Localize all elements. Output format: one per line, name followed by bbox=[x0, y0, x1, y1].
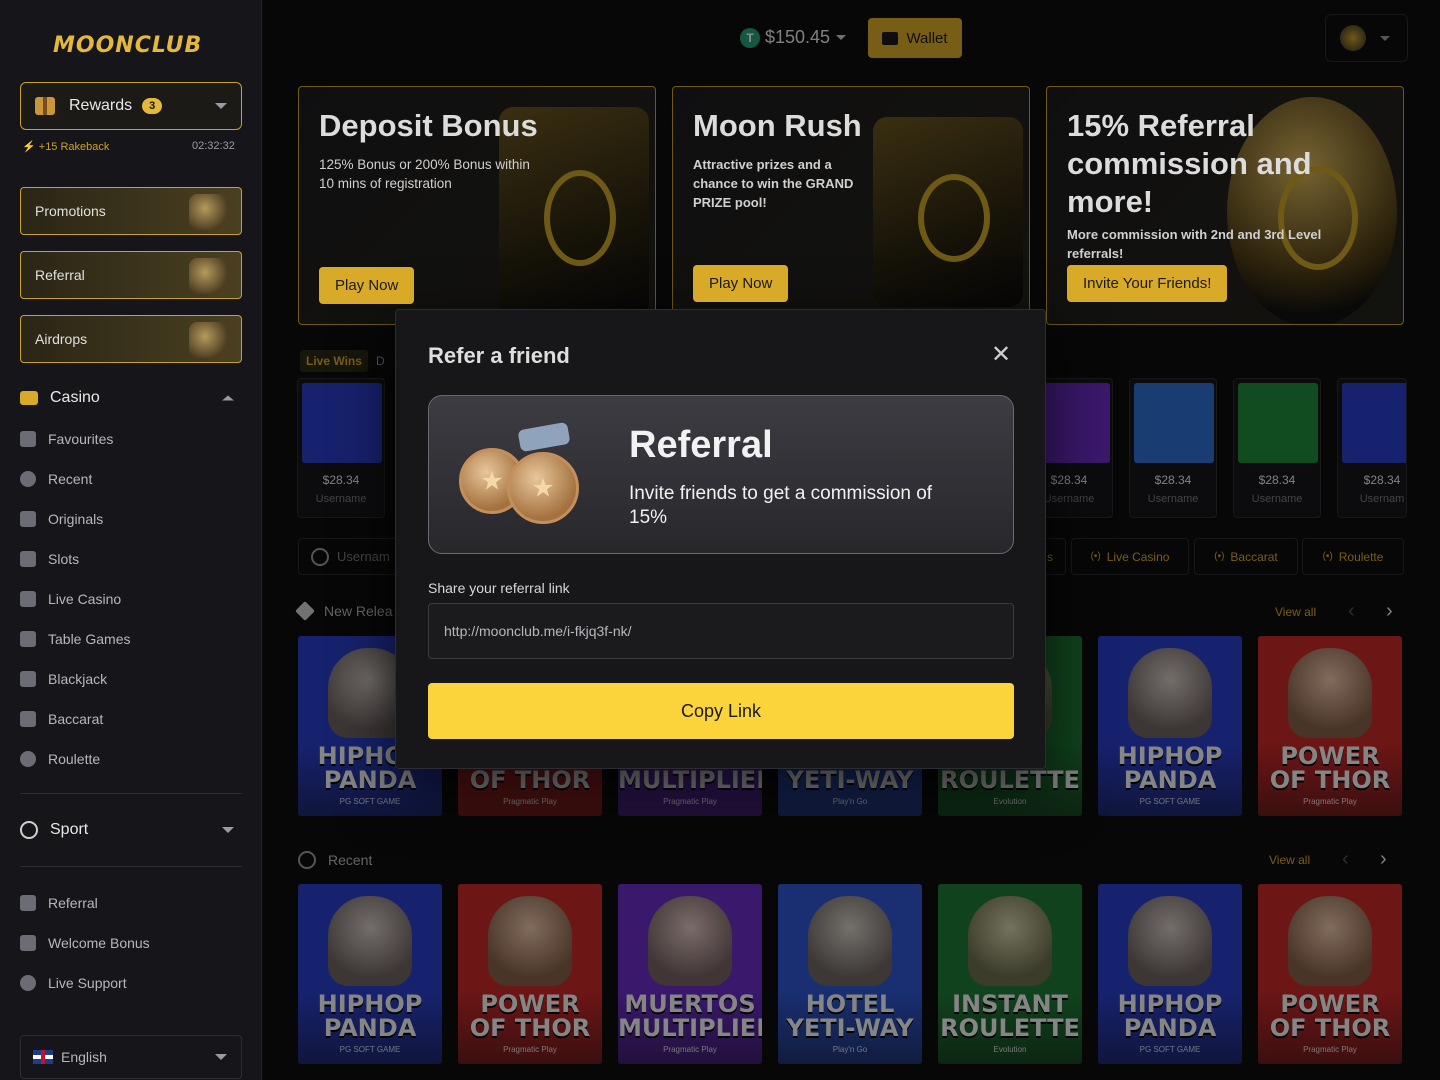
language-label: English bbox=[61, 1049, 107, 1065]
referral-description: Invite friends to get a commission of 15… bbox=[629, 483, 933, 528]
banner-title: 15% Referral commission and more! bbox=[1067, 108, 1312, 219]
share-link-label: Share your referral link bbox=[428, 580, 570, 596]
divider bbox=[20, 793, 242, 794]
sidebar-item-label: Roulette bbox=[48, 751, 101, 767]
referral-label: Referral bbox=[35, 267, 85, 283]
airdrops-label: Airdrops bbox=[35, 331, 88, 347]
heart-icon bbox=[20, 431, 36, 447]
sidebar-item-table-games[interactable]: Table Games bbox=[20, 629, 130, 649]
sidebar-item-blackjack[interactable]: Blackjack bbox=[20, 669, 107, 689]
invite-friends-button[interactable]: Invite Your Friends! bbox=[1067, 265, 1228, 302]
app: MOONCLUB Rewards 3 ⚡ +15 Rakeback 02:32:… bbox=[0, 0, 1440, 1080]
referral-info-card: ★ ★ Referral Invite friends to get a com… bbox=[428, 395, 1014, 554]
slots-icon bbox=[20, 551, 36, 567]
history-icon bbox=[20, 471, 36, 487]
sidebar-item-originals[interactable]: Originals bbox=[20, 509, 103, 529]
chevron-down-icon bbox=[215, 1054, 227, 1060]
refer-a-friend-modal: Refer a friend ✕ ★ ★ Referral Invite fri… bbox=[395, 309, 1046, 769]
sidebar-item-referral[interactable]: Referral bbox=[20, 893, 98, 913]
copy-link-button[interactable]: Copy Link bbox=[428, 683, 1014, 739]
sidebar: MOONCLUB Rewards 3 ⚡ +15 Rakeback 02:32:… bbox=[0, 0, 262, 1080]
ribbon-icon bbox=[517, 421, 571, 453]
uk-flag-icon bbox=[33, 1050, 53, 1064]
banner-desc: 125% Bonus or 200% Bonus within 10 mins … bbox=[319, 157, 530, 191]
sidebar-item-label: Referral bbox=[48, 895, 98, 911]
divider bbox=[20, 866, 242, 867]
chevron-down-icon bbox=[222, 827, 234, 833]
rakeback-label: ⚡ +15 Rakeback bbox=[22, 141, 110, 153]
medal-icon: ★ bbox=[507, 452, 579, 524]
sidebar-item-label: Live Support bbox=[48, 975, 127, 991]
casino-title: Casino bbox=[50, 389, 100, 406]
chevron-down-icon bbox=[215, 103, 227, 109]
sidebar-item-favourites[interactable]: Favourites bbox=[20, 429, 113, 449]
live-dealer-icon bbox=[20, 591, 36, 607]
banner-title: Moon Rush bbox=[693, 108, 862, 143]
gamepad-icon bbox=[20, 391, 38, 405]
referral-title: Referral bbox=[629, 424, 773, 466]
sidebar-item-slots[interactable]: Slots bbox=[20, 549, 79, 569]
baccarat-icon bbox=[20, 711, 36, 727]
banner-desc: More commission with 2nd and 3rd Level r… bbox=[1067, 227, 1322, 261]
sidebar-item-label: Originals bbox=[48, 511, 104, 527]
chevron-up-icon bbox=[222, 395, 234, 401]
sidebar-item-label: Live Casino bbox=[48, 591, 122, 607]
rakeback-text: +15 Rakeback bbox=[38, 141, 110, 153]
sidebar-item-label: Slots bbox=[48, 551, 80, 567]
promotions-art-icon bbox=[189, 194, 229, 230]
sidebar-item-label: Blackjack bbox=[48, 671, 108, 687]
promotions-button[interactable]: Promotions bbox=[20, 187, 242, 235]
sidebar-item-label: Table Games bbox=[48, 631, 131, 647]
rewards-label: Rewards bbox=[69, 97, 133, 114]
sidebar-item-live-casino[interactable]: Live Casino bbox=[20, 589, 121, 609]
sidebar-item-label: Recent bbox=[48, 471, 93, 487]
medals-icon: ★ ★ bbox=[459, 421, 587, 526]
sport-section-toggle[interactable]: Sport bbox=[20, 821, 242, 839]
sidebar-item-label: Baccarat bbox=[48, 711, 104, 727]
medal-art-icon bbox=[189, 258, 229, 294]
banner-desc: Attractive prizes and a chance to win th… bbox=[693, 157, 854, 210]
language-select[interactable]: English bbox=[20, 1035, 242, 1079]
headset-icon bbox=[20, 975, 36, 991]
referral-link-input[interactable] bbox=[428, 603, 1014, 659]
flame-icon bbox=[20, 511, 36, 527]
soccer-ball-icon bbox=[20, 821, 38, 839]
play-now-button[interactable]: Play Now bbox=[693, 265, 789, 302]
play-now-button[interactable]: Play Now bbox=[319, 267, 415, 304]
sidebar-item-live-support[interactable]: Live Support bbox=[20, 973, 127, 993]
sidebar-item-label: Favourites bbox=[48, 431, 114, 447]
rewards-count-badge: 3 bbox=[142, 98, 163, 114]
banner-title: Deposit Bonus bbox=[319, 108, 538, 143]
sidebar-item-label: Welcome Bonus bbox=[48, 935, 150, 951]
gift-icon bbox=[35, 97, 55, 115]
sidebar-item-baccarat[interactable]: Baccarat bbox=[20, 709, 103, 729]
modal-title: Refer a friend bbox=[428, 343, 570, 368]
gift-icon bbox=[20, 935, 36, 951]
blackjack-icon bbox=[20, 671, 36, 687]
casino-section-toggle[interactable]: Casino bbox=[20, 389, 242, 407]
sidebar-item-roulette[interactable]: Roulette bbox=[20, 749, 100, 769]
rakeback-timer: 02:32:32 bbox=[192, 140, 235, 152]
referral-button[interactable]: Referral bbox=[20, 251, 242, 299]
cards-icon bbox=[20, 631, 36, 647]
referral-icon bbox=[20, 895, 36, 911]
sidebar-item-recent[interactable]: Recent bbox=[20, 469, 92, 489]
rewards-dropdown[interactable]: Rewards 3 bbox=[20, 82, 242, 130]
balloon-art-icon bbox=[189, 322, 229, 358]
roulette-icon bbox=[20, 751, 36, 767]
promotions-label: Promotions bbox=[35, 203, 106, 219]
close-icon[interactable]: ✕ bbox=[989, 343, 1013, 367]
logo[interactable]: MOONCLUB bbox=[53, 33, 202, 58]
sport-title: Sport bbox=[50, 821, 89, 838]
airdrops-button[interactable]: Airdrops bbox=[20, 315, 242, 363]
sidebar-item-welcome-bonus[interactable]: Welcome Bonus bbox=[20, 933, 150, 953]
